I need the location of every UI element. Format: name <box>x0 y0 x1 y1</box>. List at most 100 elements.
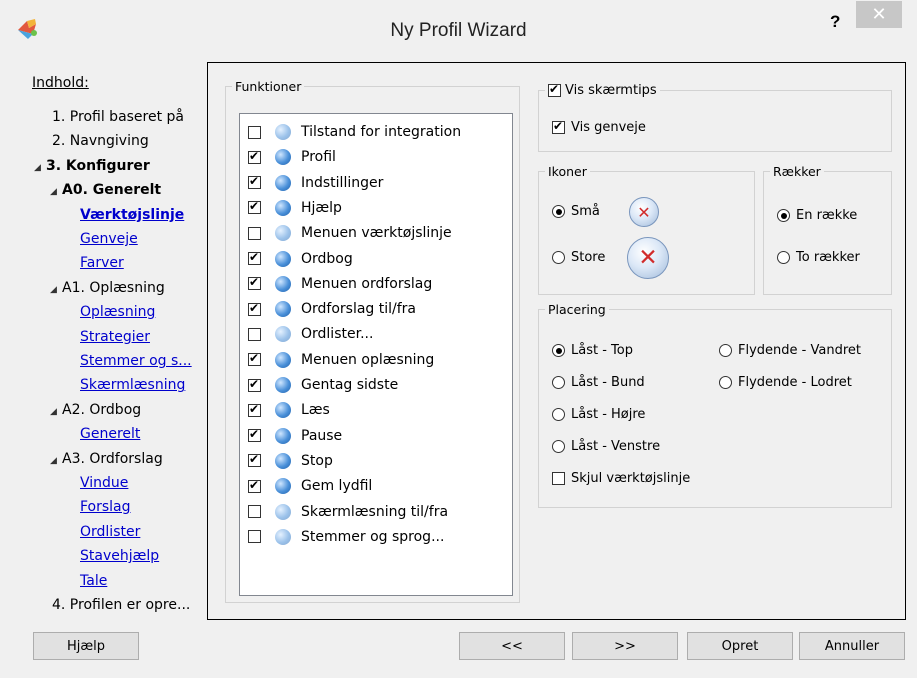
function-checkbox[interactable] <box>248 452 261 468</box>
function-checkbox[interactable] <box>248 275 261 291</box>
hide-toolbar-option[interactable]: Skjul værktøjslinje <box>552 471 690 486</box>
function-item[interactable]: Ordlister... <box>248 322 373 346</box>
function-checkbox[interactable] <box>248 478 261 493</box>
function-checkbox[interactable] <box>248 199 261 215</box>
nav-item-label[interactable]: Genveje <box>80 231 138 247</box>
function-item[interactable]: Gentag sidste <box>248 373 398 397</box>
nav-item[interactable]: Forslag <box>80 498 131 516</box>
show-shortcuts-checkbox[interactable] <box>552 119 565 134</box>
nav-item-label[interactable]: Stavehjælp <box>80 548 159 564</box>
function-checkbox[interactable] <box>248 301 261 316</box>
nav-item[interactable]: Generelt <box>80 425 140 443</box>
function-item[interactable]: Stemmer og sprog... <box>248 525 444 549</box>
show-tips-checkbox[interactable] <box>548 82 561 97</box>
function-item[interactable]: Menuen oplæsning <box>248 348 434 372</box>
expand-triangle-icon[interactable]: ◢ <box>34 159 46 177</box>
placement-locked-bottom-option[interactable]: Låst - Bund <box>552 375 645 390</box>
nav-item[interactable]: Genveje <box>80 230 138 248</box>
help-button[interactable]: Hjælp <box>33 632 139 660</box>
placement-locked-left-radio[interactable] <box>552 440 565 453</box>
function-checkbox[interactable] <box>248 174 261 190</box>
nav-item[interactable]: Strategier <box>80 328 150 346</box>
nav-item-label[interactable]: Generelt <box>80 426 140 442</box>
function-checkbox[interactable] <box>248 505 261 518</box>
nav-item[interactable]: Stavehjælp <box>80 547 159 565</box>
nav-item[interactable]: Ordlister <box>80 523 140 541</box>
function-item[interactable]: Hjælp <box>248 196 342 220</box>
show-shortcuts-option[interactable]: Vis genveje <box>552 119 646 135</box>
rows-one-radio[interactable] <box>777 209 790 222</box>
function-checkbox[interactable] <box>248 427 261 443</box>
function-checkbox[interactable] <box>248 250 261 265</box>
icons-small-radio[interactable] <box>552 205 565 218</box>
icons-large-option[interactable]: Store <box>552 250 605 265</box>
placement-locked-left-option[interactable]: Låst - Venstre <box>552 439 660 454</box>
help-titlebar-button[interactable]: ? <box>830 12 840 32</box>
function-item[interactable]: Indstillinger <box>248 171 383 195</box>
function-checkbox[interactable] <box>248 327 261 341</box>
back-button[interactable]: << <box>459 632 565 660</box>
placement-floating-horizontal-option[interactable]: Flydende - Vandret <box>719 343 861 358</box>
function-item[interactable]: Gem lydfil <box>248 474 372 498</box>
icons-small-option[interactable]: Små <box>552 204 600 219</box>
cancel-button[interactable]: Annuller <box>799 632 905 660</box>
placement-locked-right-radio[interactable] <box>552 408 565 421</box>
function-checkbox[interactable] <box>248 377 261 392</box>
placement-locked-top-radio[interactable] <box>552 344 565 357</box>
hide-toolbar-checkbox[interactable] <box>552 472 565 485</box>
function-checkbox[interactable] <box>248 125 261 139</box>
nav-item-label[interactable]: Tale <box>80 573 107 589</box>
function-checkbox[interactable] <box>248 226 261 240</box>
placement-floating-vertical-radio[interactable] <box>719 376 732 389</box>
placement-floating-vertical-option[interactable]: Flydende - Lodret <box>719 375 852 390</box>
function-item[interactable]: Menuen værktøjslinje <box>248 221 452 245</box>
nav-item-label[interactable]: Strategier <box>80 329 150 345</box>
placement-floating-horizontal-radio[interactable] <box>719 344 732 357</box>
function-item[interactable]: Læs <box>248 398 330 422</box>
placement-locked-right-option[interactable]: Låst - Højre <box>552 407 645 422</box>
nav-item-label[interactable]: Skærmlæsning <box>80 377 185 393</box>
nav-item[interactable]: Skærmlæsning <box>80 376 185 394</box>
function-label: Tilstand for integration <box>301 124 462 140</box>
next-button[interactable]: >> <box>572 632 678 660</box>
function-item[interactable]: Ordbog <box>248 247 353 271</box>
expand-triangle-icon[interactable]: ◢ <box>50 281 62 299</box>
icons-large-radio[interactable] <box>552 251 565 264</box>
function-checkbox[interactable] <box>248 351 261 367</box>
function-checkbox[interactable] <box>248 149 261 164</box>
expand-triangle-icon[interactable]: ◢ <box>50 452 62 470</box>
function-item[interactable]: Profil <box>248 145 336 169</box>
function-checkbox[interactable] <box>248 402 261 417</box>
nav-item-label[interactable]: Værktøjslinje <box>80 207 184 223</box>
nav-item[interactable]: Værktøjslinje <box>80 206 184 224</box>
nav-item-label[interactable]: Stemmer og s... <box>80 353 192 369</box>
nav-item[interactable]: Oplæsning <box>80 303 155 321</box>
nav-item-label[interactable]: Forslag <box>80 499 131 515</box>
nav-item[interactable]: Tale <box>80 572 107 590</box>
rows-two-option[interactable]: To rækker <box>777 250 860 265</box>
close-button[interactable]: ✕ <box>856 1 902 28</box>
nav-item-label[interactable]: Vindue <box>80 475 128 491</box>
expand-triangle-icon[interactable]: ◢ <box>50 183 62 201</box>
placement-locked-bottom-radio[interactable] <box>552 376 565 389</box>
function-item[interactable]: Stop <box>248 449 333 473</box>
function-item[interactable]: Pause <box>248 424 342 448</box>
nav-item-label[interactable]: Oplæsning <box>80 304 155 320</box>
placement-locked-top-option[interactable]: Låst - Top <box>552 343 633 358</box>
nav-item-label[interactable]: Farver <box>80 255 124 271</box>
function-checkbox[interactable] <box>248 530 261 544</box>
nav-item[interactable]: Stemmer og s... <box>80 352 192 370</box>
functions-list[interactable]: Tilstand for integration Profil Indstillin… <box>239 113 513 596</box>
nav-item[interactable]: Farver <box>80 254 124 272</box>
function-item[interactable]: Skærmlæsning til/fra <box>248 500 448 524</box>
function-item[interactable]: Ordforslag til/fra <box>248 297 416 321</box>
function-item[interactable]: Menuen ordforslag <box>248 272 432 296</box>
expand-triangle-icon[interactable]: ◢ <box>50 403 62 421</box>
create-button[interactable]: Opret <box>687 632 793 660</box>
nav-item-label[interactable]: Ordlister <box>80 524 140 540</box>
rows-two-radio[interactable] <box>777 251 790 264</box>
function-item[interactable]: Tilstand for integration <box>248 120 461 144</box>
nav-item-label: A2. Ordbog <box>62 401 142 418</box>
rows-one-option[interactable]: En række <box>777 208 857 223</box>
nav-item[interactable]: Vindue <box>80 474 128 492</box>
